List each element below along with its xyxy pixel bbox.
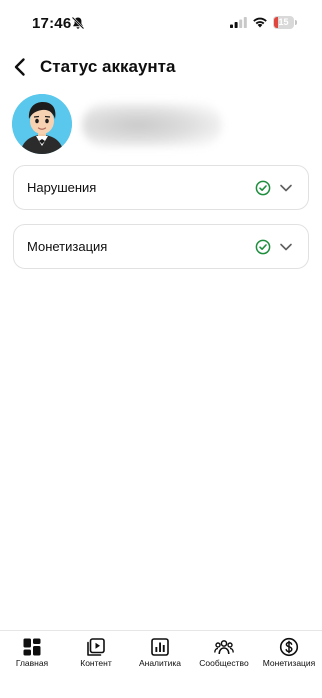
nav-item-analytics[interactable]: Аналитика <box>128 631 192 698</box>
video-content-icon <box>87 638 105 656</box>
nav-label: Контент <box>80 658 112 668</box>
status-time: 17:46 <box>32 15 72 32</box>
section-label: Нарушения <box>27 180 97 195</box>
battery-icon: 15 <box>273 16 297 29</box>
analytics-icon <box>151 638 169 656</box>
status-bar: 17:46 15 <box>0 0 322 46</box>
check-circle-icon <box>255 180 271 196</box>
avatar-cartoon <box>12 94 72 154</box>
check-circle-icon <box>255 239 271 255</box>
bottom-nav: Главная Контент Аналитика Сообщество Мон… <box>0 630 322 698</box>
section-violations[interactable]: Нарушения <box>13 165 309 210</box>
nav-item-home[interactable]: Главная <box>0 631 64 698</box>
account-status-screen: 17:46 15 Статус аккаунта Нарушения Монет… <box>0 0 322 698</box>
nav-label: Сообщество <box>199 658 249 668</box>
chevron-left-icon <box>14 58 25 76</box>
chevron-down-icon[interactable] <box>279 181 293 195</box>
section-label: Монетизация <box>27 239 108 254</box>
section-monetization[interactable]: Монетизация <box>13 224 309 269</box>
nav-item-content[interactable]: Контент <box>64 631 128 698</box>
battery-cap <box>295 20 297 25</box>
nav-label: Монетизация <box>262 658 316 668</box>
nav-label: Аналитика <box>138 658 182 668</box>
page-title: Статус аккаунта <box>40 57 176 76</box>
back-button[interactable] <box>8 54 32 80</box>
avatar <box>12 94 72 154</box>
header: Статус аккаунта <box>0 50 322 84</box>
dollar-circle-icon <box>279 637 299 657</box>
chevron-down-icon[interactable] <box>279 240 293 254</box>
bell-muted-icon <box>71 16 85 30</box>
blurred-channel-name <box>82 103 222 147</box>
nav-item-community[interactable]: Сообщество <box>192 631 256 698</box>
signal-icon <box>230 17 247 28</box>
dashboard-icon <box>23 638 41 656</box>
battery-level: 15 <box>278 17 289 27</box>
nav-item-monetization[interactable]: Монетизация <box>256 631 322 698</box>
community-icon <box>214 640 234 655</box>
wifi-icon <box>253 17 267 28</box>
nav-label: Главная <box>15 658 49 668</box>
